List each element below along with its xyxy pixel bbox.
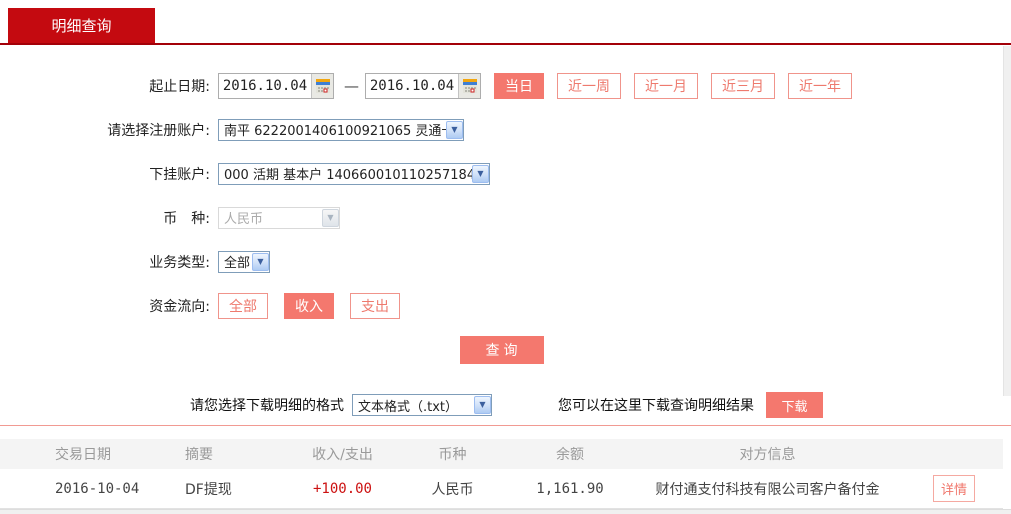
cell-currency: 人民币 — [431, 481, 474, 498]
cell-transaction-date: 2016-10-04 — [55, 480, 140, 497]
tab-bar: 明细查询 — [0, 0, 1011, 43]
end-date-input[interactable] — [366, 74, 458, 97]
currency-select: 人民币 ▼ — [218, 206, 340, 229]
date-range-row: 起止日期: — — [0, 72, 1003, 99]
sub-account-value: 000 活期 基本户 1406600101102571848 — [224, 168, 472, 183]
chevron-down-icon[interactable]: ▼ — [252, 252, 269, 271]
query-form: 起止日期: — — [0, 45, 1003, 418]
download-row: 请您选择下载明细的格式 文本格式（.txt） ▼ 您可以在这里下载查询明细结果 … — [0, 392, 1003, 418]
business-type-select[interactable]: 全部 ▼ — [218, 250, 270, 273]
right-gutter — [1003, 46, 1011, 396]
fund-flow-row: 资金流向: 全部 收入 支出 — [0, 292, 1003, 319]
business-type-label: 业务类型: — [149, 254, 210, 271]
detail-button[interactable]: 详情 — [933, 475, 975, 502]
register-account-row: 请选择注册账户: 南平 6222001406100921065 灵通卡 ▼ — [0, 116, 1003, 143]
quick-range-year-button[interactable]: 近一年 — [788, 72, 852, 99]
sub-account-select[interactable]: 000 活期 基本户 1406600101102571848 ▼ — [218, 162, 490, 185]
chevron-down-icon: ▼ — [322, 208, 339, 227]
tab-label: 明细查询 — [51, 17, 112, 35]
fund-flow-label: 资金流向: — [149, 298, 210, 315]
chevron-down-icon[interactable]: ▼ — [472, 164, 489, 183]
start-date-input[interactable] — [219, 74, 311, 97]
download-hint-text: 您可以在这里下载查询明细结果 — [558, 398, 754, 414]
col-header-amount: 收入/支出 — [312, 447, 373, 463]
currency-value: 人民币 — [224, 212, 264, 227]
download-format-value: 文本格式（.txt） — [358, 399, 459, 415]
register-account-select[interactable]: 南平 6222001406100921065 灵通卡 ▼ — [218, 118, 464, 141]
register-account-value: 南平 6222001406100921065 灵通卡 — [224, 124, 446, 139]
sub-account-row: 下挂账户: 000 活期 基本户 1406600101102571848 ▼ — [0, 160, 1003, 187]
end-date-field[interactable] — [365, 72, 481, 99]
col-header-balance: 余额 — [556, 447, 584, 463]
cell-action: 详情 — [905, 475, 1003, 502]
quick-range-week-button[interactable]: 近一周 — [557, 72, 621, 99]
register-account-label: 请选择注册账户: — [107, 122, 210, 139]
col-header-summary: 摘要 — [185, 447, 213, 463]
calendar-icon-glyph — [462, 78, 477, 93]
download-format-select[interactable]: 文本格式（.txt） ▼ — [352, 394, 492, 416]
fund-flow-expense-button[interactable]: 支出 — [350, 292, 400, 319]
query-button[interactable]: 查询 — [459, 336, 544, 364]
fund-flow-all-button[interactable]: 全部 — [218, 292, 268, 319]
business-type-row: 业务类型: 全部 ▼ — [0, 248, 1003, 275]
date-range-label: 起止日期: — [149, 78, 210, 95]
cell-summary: DF提现 — [185, 481, 232, 498]
start-date-field[interactable] — [218, 72, 334, 99]
quick-range-today-button[interactable]: 当日 — [494, 72, 544, 99]
chevron-down-icon[interactable]: ▼ — [474, 396, 491, 414]
currency-label: 币 种: — [163, 210, 210, 227]
section-divider — [0, 425, 1011, 426]
cell-amount: +100.00 — [312, 480, 372, 497]
sub-account-label: 下挂账户: — [149, 166, 210, 183]
currency-row: 币 种: 人民币 ▼ — [0, 204, 1003, 231]
tab-detail-query[interactable]: 明细查询 — [8, 8, 155, 43]
bottom-strip — [0, 509, 1011, 514]
table-header: 交易日期 摘要 收入/支出 币种 余额 对方信息 — [0, 439, 1003, 469]
cell-counterparty: 财付通支付科技有限公司客户备付金 — [655, 481, 880, 498]
calendar-icon[interactable] — [311, 73, 333, 98]
download-format-label: 请您选择下载明细的格式 — [190, 398, 344, 414]
col-header-currency: 币种 — [438, 447, 467, 463]
col-header-counterparty: 对方信息 — [739, 447, 796, 463]
table-row: 2016-10-04 DF提现 +100.00 人民币 1,161.90 财付通… — [0, 469, 1003, 509]
calendar-icon-glyph — [315, 78, 330, 93]
fund-flow-income-button[interactable]: 收入 — [284, 292, 334, 319]
query-button-row: 查询 — [0, 336, 1003, 364]
quick-range-month-button[interactable]: 近一月 — [634, 72, 698, 99]
download-button[interactable]: 下载 — [766, 392, 823, 418]
chevron-down-icon[interactable]: ▼ — [446, 120, 463, 139]
cell-balance: 1,161.90 — [536, 480, 604, 497]
col-header-date: 交易日期 — [55, 447, 111, 463]
date-separator: — — [344, 76, 359, 95]
calendar-icon[interactable] — [458, 73, 480, 98]
quick-range-3months-button[interactable]: 近三月 — [711, 72, 775, 99]
business-type-value: 全部 — [224, 256, 251, 271]
